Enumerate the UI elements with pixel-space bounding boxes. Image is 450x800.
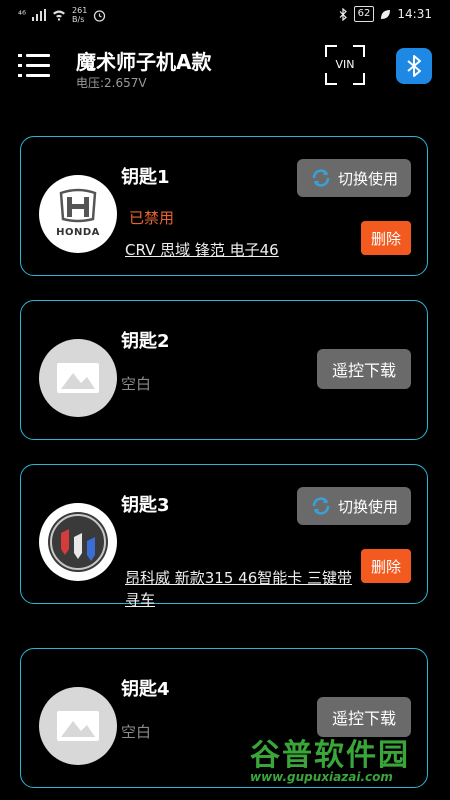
bluetooth-button[interactable] — [396, 48, 432, 84]
network-speed: 261 B/s — [72, 6, 88, 24]
key-card-1: HONDA 钥匙1 已禁用 CRV 思域 锋范 电子46 切换使用 删除 — [20, 136, 428, 276]
key-name: 钥匙1 — [121, 167, 170, 188]
switch-use-button[interactable]: 切换使用 — [297, 159, 411, 197]
signal-icon — [32, 9, 47, 21]
menu-button[interactable] — [18, 46, 50, 86]
switch-use-button[interactable]: 切换使用 — [297, 487, 411, 525]
bluetooth-status-icon — [339, 7, 347, 21]
network-indicator: ⁴⁶ — [18, 9, 27, 21]
alarm-icon — [94, 9, 106, 22]
key-name: 钥匙3 — [121, 495, 170, 516]
key-empty-label: 空白 — [121, 375, 152, 393]
key-card-3: 钥匙3 昂科威 新款315 46智能卡 三键带寻车 切换使用 删除 — [20, 464, 428, 609]
vin-scan-button[interactable]: VIN — [325, 45, 365, 85]
key-description[interactable]: CRV 思域 锋范 电子46 — [125, 239, 355, 261]
placeholder-image-icon — [39, 339, 117, 417]
key-description[interactable]: 昂科威 新款315 46智能卡 三键带寻车 — [125, 567, 355, 611]
placeholder-image-icon — [39, 687, 117, 765]
refresh-icon — [312, 169, 330, 187]
watermark: 谷普软件园 www.gupuxiazai.com — [250, 730, 450, 800]
voltage-label: 电压:2.657V — [76, 76, 147, 90]
vin-label: VIN — [335, 58, 355, 71]
clock: 14:31 — [397, 7, 432, 21]
battery-indicator: 62 — [353, 6, 375, 22]
watermark-url: www.gupuxiazai.com — [250, 770, 393, 784]
leaf-icon — [381, 9, 391, 19]
key-card-2: 钥匙2 空白 遥控下载 — [20, 300, 428, 440]
app-header: 魔术师子机A款 电压:2.657V VIN — [0, 40, 450, 100]
key-name: 钥匙2 — [121, 331, 170, 352]
key-name: 钥匙4 — [121, 679, 170, 700]
key-empty-label: 空白 — [121, 723, 152, 741]
buick-logo — [39, 503, 117, 581]
delete-button[interactable]: 删除 — [361, 221, 411, 255]
bluetooth-icon — [407, 55, 421, 77]
remote-download-button[interactable]: 遥控下载 — [317, 349, 411, 389]
watermark-title: 谷普软件园 — [250, 738, 410, 773]
refresh-icon — [312, 497, 330, 515]
key-status: 已禁用 — [129, 209, 175, 227]
switch-use-label: 切换使用 — [337, 169, 398, 188]
honda-logo: HONDA — [39, 175, 117, 253]
status-bar: ⁴⁶ 261 B/s 62 14:31 — [0, 0, 450, 30]
page-title: 魔术师子机A款 — [76, 50, 212, 74]
switch-use-label: 切换使用 — [337, 497, 398, 516]
delete-button[interactable]: 删除 — [361, 549, 411, 583]
wifi-icon — [53, 10, 66, 21]
honda-logo-text: HONDA — [56, 227, 100, 238]
